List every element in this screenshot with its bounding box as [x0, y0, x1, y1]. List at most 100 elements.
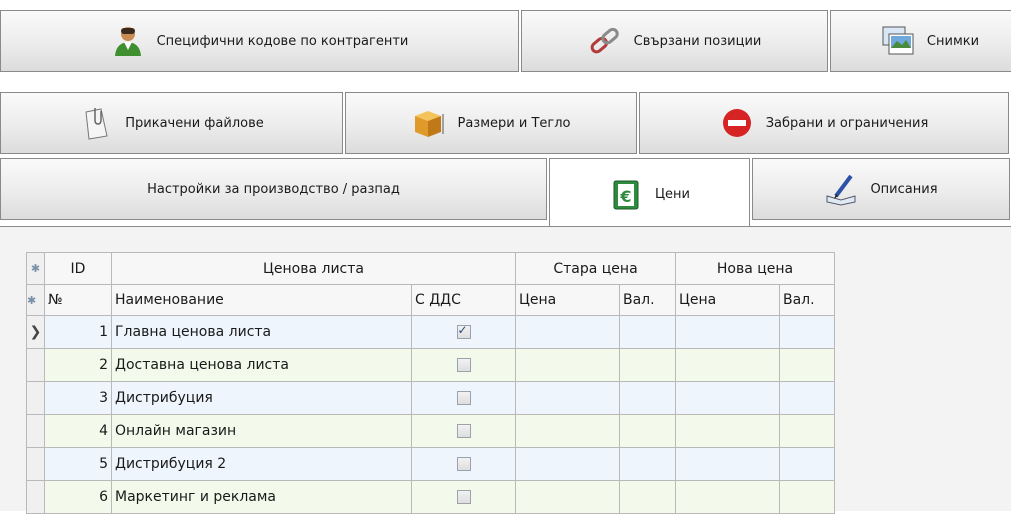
cell-new-currency[interactable] [779, 447, 835, 481]
tab-label: Специфични кодове по контрагенти [156, 33, 409, 49]
cell-name[interactable]: Дистрибуция [111, 381, 412, 415]
cell-id[interactable]: 3 [44, 381, 112, 415]
no-entry-icon [720, 106, 754, 140]
row-selector[interactable]: ❯ [26, 315, 45, 349]
vat-checkbox[interactable] [456, 323, 471, 339]
vat-checkbox[interactable] [456, 490, 471, 504]
tab-label: Снимки [926, 33, 980, 49]
chain-link-icon [588, 24, 622, 58]
table-row[interactable]: 2 Доставна ценова листа [26, 348, 835, 382]
cell-name[interactable]: Маркетинг и реклама [111, 480, 412, 514]
cell-old-price[interactable] [515, 414, 620, 448]
table-row[interactable]: ❯ 1 Главна ценова листа [26, 315, 835, 349]
cell-name[interactable]: Главна ценова листа [111, 315, 412, 349]
cell-old-currency[interactable] [619, 381, 676, 415]
tab-dimensions-weight[interactable]: Размери и Тегло [345, 92, 637, 154]
cell-name[interactable]: Доставна ценова листа [111, 348, 412, 382]
price-lists-grid: ✱ ID Ценова листа Стара цена Нова цена ✱… [26, 252, 835, 514]
tab-row-3: Настройки за производство / разпад € Цен… [0, 158, 1011, 230]
cell-vat[interactable] [411, 381, 516, 415]
cell-old-currency[interactable] [619, 315, 676, 349]
tab-row-2: Прикачени файлове Размери и Тегло Забран… [0, 92, 1011, 154]
current-row-arrow-icon: ❯ [29, 324, 42, 340]
cell-vat[interactable] [411, 480, 516, 514]
tab-prices[interactable]: € Цени [549, 158, 750, 230]
cell-old-price[interactable] [515, 315, 620, 349]
table-row[interactable]: 5 Дистрибуция 2 [26, 447, 835, 481]
tab-label: Цени [654, 187, 691, 202]
cell-new-price[interactable] [675, 348, 780, 382]
cell-old-price[interactable] [515, 381, 620, 415]
column-header-old-currency[interactable]: Вал. [619, 284, 676, 316]
tab-label: Размери и Тегло [457, 115, 571, 131]
tab-specific-codes[interactable]: Специфични кодове по контрагенти [0, 10, 519, 72]
cell-new-price[interactable] [675, 315, 780, 349]
cell-new-currency[interactable] [779, 348, 835, 382]
cell-vat[interactable] [411, 447, 516, 481]
row-selector[interactable] [26, 447, 45, 481]
cell-vat[interactable] [411, 315, 516, 349]
cell-new-currency[interactable] [779, 414, 835, 448]
svg-text:€: € [619, 187, 631, 206]
vat-checkbox[interactable] [456, 424, 471, 438]
new-row-marker-icon: ✱ [26, 284, 45, 316]
cell-new-price[interactable] [675, 480, 780, 514]
cell-id[interactable]: 4 [44, 414, 112, 448]
box-dimensions-icon [412, 106, 446, 140]
new-row-marker-icon: ✱ [26, 252, 45, 285]
cell-old-currency[interactable] [619, 480, 676, 514]
column-header-name[interactable]: Наименование [111, 284, 412, 316]
cell-old-currency[interactable] [619, 348, 676, 382]
row-selector[interactable] [26, 480, 45, 514]
column-header-new-currency[interactable]: Вал. [779, 284, 835, 316]
tab-pictures[interactable]: Снимки [830, 10, 1011, 72]
table-row[interactable]: 6 Маркетинг и реклама [26, 480, 835, 514]
cell-id[interactable]: 2 [44, 348, 112, 382]
cell-vat[interactable] [411, 348, 516, 382]
column-header-new-price[interactable]: Цена [675, 284, 780, 316]
row-selector[interactable] [26, 414, 45, 448]
cell-new-price[interactable] [675, 414, 780, 448]
vat-checkbox[interactable] [456, 358, 471, 372]
paperclip-document-icon [79, 106, 113, 140]
tab-bans-restrictions[interactable]: Забрани и ограничения [639, 92, 1009, 154]
tab-label: Описания [870, 181, 938, 197]
cell-old-currency[interactable] [619, 414, 676, 448]
row-selector[interactable] [26, 381, 45, 415]
grid-header-row-2: ✱ № Наименование С ДДС Цена Вал. Цена Ва… [26, 284, 835, 316]
column-header-old-price[interactable]: Цена [515, 284, 620, 316]
cell-old-price[interactable] [515, 348, 620, 382]
cell-old-currency[interactable] [619, 447, 676, 481]
band-header-new-price: Нова цена [675, 252, 835, 285]
column-header-no[interactable]: № [44, 284, 112, 316]
cell-old-price[interactable] [515, 480, 620, 514]
cell-new-currency[interactable] [779, 381, 835, 415]
row-selector[interactable] [26, 348, 45, 382]
cell-id[interactable]: 6 [44, 480, 112, 514]
cell-id[interactable]: 1 [44, 315, 112, 349]
cell-new-currency[interactable] [779, 315, 835, 349]
cell-vat[interactable] [411, 414, 516, 448]
tab-label: Забрани и ограничения [765, 115, 929, 131]
band-header-pricelist: Ценова листа [111, 252, 516, 285]
band-header-old-price: Стара цена [515, 252, 676, 285]
vat-checkbox[interactable] [456, 457, 471, 471]
cell-new-price[interactable] [675, 381, 780, 415]
column-header-id[interactable]: ID [44, 252, 112, 285]
tab-descriptions[interactable]: Описания [752, 158, 1010, 220]
vat-checkbox[interactable] [456, 391, 471, 405]
tab-related-items[interactable]: Свързани позиции [521, 10, 828, 72]
cell-old-price[interactable] [515, 447, 620, 481]
cell-new-currency[interactable] [779, 480, 835, 514]
cell-id[interactable]: 5 [44, 447, 112, 481]
tab-production-settings[interactable]: Настройки за производство / разпад [0, 158, 547, 220]
cell-new-price[interactable] [675, 447, 780, 481]
table-row[interactable]: 3 Дистрибуция [26, 381, 835, 415]
table-row[interactable]: 4 Онлайн магазин [26, 414, 835, 448]
tab-label: Прикачени файлове [125, 115, 264, 131]
pictures-icon [881, 24, 915, 58]
tab-attached-files[interactable]: Прикачени файлове [0, 92, 343, 154]
cell-name[interactable]: Онлайн магазин [111, 414, 412, 448]
cell-name[interactable]: Дистрибуция 2 [111, 447, 412, 481]
column-header-vat[interactable]: С ДДС [411, 284, 516, 316]
